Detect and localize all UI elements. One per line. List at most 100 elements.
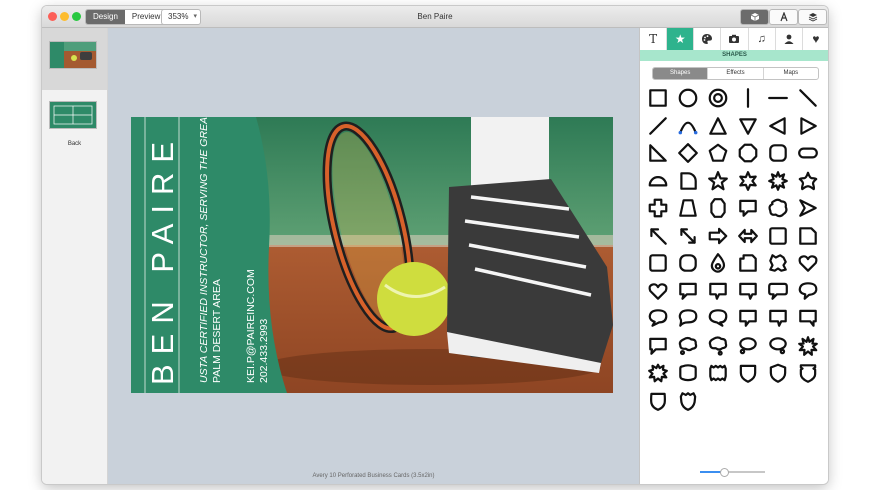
shape-speech-round[interactable] <box>644 304 672 332</box>
shape-vertical-line[interactable] <box>734 84 762 112</box>
shape-shield-2[interactable] <box>764 359 792 387</box>
shape-pill[interactable] <box>794 139 822 167</box>
shape-arrow-left-right[interactable] <box>734 222 762 250</box>
shape-arrow-right[interactable] <box>704 222 732 250</box>
shape-speech-round-2[interactable] <box>674 304 702 332</box>
shape-thought-cloud[interactable] <box>674 332 702 360</box>
shape-speech-square[interactable] <box>734 304 762 332</box>
tab-music[interactable]: ♫ <box>749 28 776 50</box>
shape-diamond[interactable] <box>674 139 702 167</box>
inspector-panel: T ★ ♫ ♥ SHAPES Shapes Effects Maps <box>639 28 828 484</box>
card-email[interactable]: KEI.P@PAIREINC.COM <box>245 269 257 383</box>
slider-knob[interactable] <box>720 468 729 477</box>
shape-cloud-blob[interactable] <box>764 194 792 222</box>
shape-starburst[interactable] <box>764 167 792 195</box>
card-phone[interactable]: 202.433.2993 <box>258 319 270 383</box>
shape-shield-3[interactable] <box>794 359 822 387</box>
shape-speech-square-3[interactable] <box>794 304 822 332</box>
layers-icon <box>808 13 817 22</box>
shape-frame[interactable] <box>644 249 672 277</box>
card-name[interactable]: BEN PAIRE <box>145 132 181 385</box>
tab-favorites[interactable]: ♥ <box>803 28 828 50</box>
shape-heart-outline[interactable] <box>644 277 672 305</box>
shape-star-5[interactable] <box>704 167 732 195</box>
shape-arrow-nw[interactable] <box>644 222 672 250</box>
shape-gear-square[interactable] <box>764 249 792 277</box>
tools-button[interactable] <box>769 9 798 25</box>
shape-rounded-square[interactable] <box>764 139 792 167</box>
layers-button[interactable] <box>798 9 827 25</box>
shape-thought-cloud-2[interactable] <box>704 332 732 360</box>
shape-right-triangle[interactable] <box>644 139 672 167</box>
shape-half-circle[interactable] <box>644 167 672 195</box>
shape-star-rounded[interactable] <box>794 167 822 195</box>
shape-octagon-tall[interactable] <box>704 194 732 222</box>
shape-thought-bubble[interactable] <box>734 332 762 360</box>
subtab-effects[interactable]: Effects <box>708 68 764 79</box>
shape-quarter-shape[interactable] <box>674 167 702 195</box>
shape-drop[interactable] <box>704 249 732 277</box>
back-label[interactable]: Back <box>42 141 107 147</box>
shape-ring[interactable] <box>704 84 732 112</box>
card-title-line[interactable]: USTA CERTIFIED INSTRUCTOR, SERVING THE G… <box>198 117 210 383</box>
shape-speech-bubble-3[interactable] <box>734 277 762 305</box>
shape-heart[interactable] <box>794 249 822 277</box>
shape-speech-bubble-5[interactable] <box>794 277 822 305</box>
shape-arrow-diagonal[interactable] <box>674 222 702 250</box>
app-window: Design Preview 353% ▾ Ben Paire Back BEN… <box>42 6 828 484</box>
shape-trapezoid[interactable] <box>674 194 702 222</box>
shape-square[interactable] <box>644 84 672 112</box>
shape-horizontal-line[interactable] <box>764 84 792 112</box>
tab-colors[interactable] <box>694 28 722 50</box>
back-thumbnail[interactable] <box>49 101 97 129</box>
shape-pentagon[interactable] <box>704 139 732 167</box>
card-area-line[interactable]: PALM DESERT AREA <box>211 279 223 383</box>
shape-badge-2[interactable] <box>704 359 732 387</box>
shape-shield-4[interactable] <box>644 387 672 415</box>
shape-speech-bubble-4[interactable] <box>764 277 792 305</box>
shape-shield-5[interactable] <box>674 387 702 415</box>
shape-curve[interactable] <box>674 112 702 140</box>
shape-thought-bubble-2[interactable] <box>764 332 792 360</box>
shape-triangle-down[interactable] <box>734 112 762 140</box>
shape-speech-bubble[interactable] <box>674 277 702 305</box>
person-icon <box>784 34 794 44</box>
tab-shapes[interactable]: ★ <box>667 28 695 50</box>
shape-speech-square-2[interactable] <box>764 304 792 332</box>
shape-speech-bubble-2[interactable] <box>704 277 732 305</box>
shape-diagonal-line[interactable] <box>794 84 822 112</box>
design-canvas[interactable]: BEN PAIRE USTA CERTIFIED INSTRUCTOR, SER… <box>108 28 639 484</box>
shape-speech-corner[interactable] <box>644 332 672 360</box>
tab-images[interactable] <box>721 28 749 50</box>
shape-cross[interactable] <box>644 194 672 222</box>
shape-flag[interactable] <box>734 194 762 222</box>
shape-star-6[interactable] <box>734 167 762 195</box>
shape-triangle[interactable] <box>704 112 732 140</box>
business-card[interactable]: BEN PAIRE USTA CERTIFIED INSTRUCTOR, SER… <box>131 117 613 393</box>
shape-badge[interactable] <box>674 359 702 387</box>
shape-square-3[interactable] <box>794 222 822 250</box>
shape-rounded-frame[interactable] <box>674 249 702 277</box>
music-icon: ♫ <box>757 33 766 45</box>
shape-line-ne[interactable] <box>644 112 672 140</box>
shape-circle[interactable] <box>674 84 702 112</box>
tab-contacts[interactable] <box>776 28 803 50</box>
subtab-maps[interactable]: Maps <box>764 68 818 79</box>
shape-speech-round-3[interactable] <box>704 304 732 332</box>
page-front-item[interactable] <box>42 28 107 90</box>
shape-notched-square[interactable] <box>734 249 762 277</box>
subtab-shapes[interactable]: Shapes <box>653 68 709 79</box>
shape-octagon[interactable] <box>734 139 762 167</box>
shape-burst[interactable] <box>794 332 822 360</box>
heart-icon: ♥ <box>812 32 820 46</box>
tab-text[interactable]: T <box>640 28 668 50</box>
shape-triangle-left[interactable] <box>764 112 792 140</box>
shape-shield[interactable] <box>734 359 762 387</box>
shape-square-2[interactable] <box>764 222 792 250</box>
shape-arrowhead[interactable] <box>794 194 822 222</box>
size-slider[interactable] <box>700 468 765 477</box>
window-title: Ben Paire <box>417 12 453 21</box>
shape-triangle-right[interactable] <box>794 112 822 140</box>
3d-view-button[interactable] <box>740 9 769 25</box>
shape-burst-2[interactable] <box>644 359 672 387</box>
